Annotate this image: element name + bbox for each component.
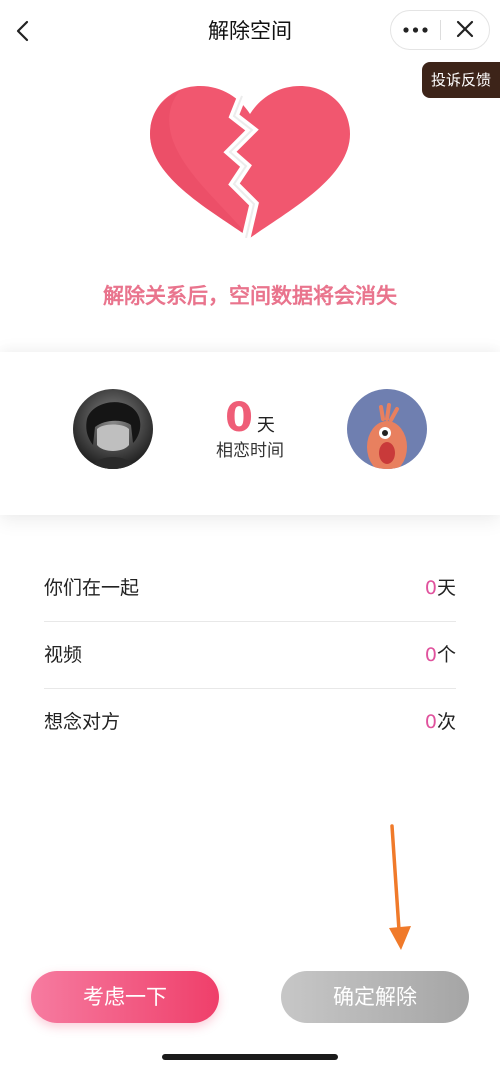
stat-number: 0 (424, 577, 437, 599)
stat-value: 0个 (425, 640, 456, 670)
stat-unit: 天 (436, 577, 456, 599)
stat-row-together: 你们在一起 0天 (44, 555, 456, 622)
avatar-left[interactable] (73, 389, 153, 469)
days-unit: 天 (256, 415, 275, 436)
complaint-feedback-button[interactable]: 投诉反馈 (422, 62, 500, 98)
page: 解除空间 投诉反馈 解除关系后，空间数据将会消失 0 天 相恋时间 你们在一起 … (0, 0, 500, 1067)
stat-label: 视频 (44, 644, 83, 666)
stat-row-miss: 想念对方 0次 (44, 689, 456, 755)
days-number: 0 (225, 395, 253, 441)
mini-program-capsule (390, 10, 490, 50)
stat-unit: 次 (436, 711, 456, 733)
stat-value: 0次 (425, 707, 456, 737)
stats-list: 你们在一起 0天 视频 0个 想念对方 0次 (44, 555, 456, 755)
avatar-image (347, 389, 427, 469)
avatar-right[interactable] (347, 389, 427, 469)
stat-label: 你们在一起 (44, 577, 140, 599)
confirm-unbind-button[interactable]: 确定解除 (281, 971, 469, 1023)
love-duration: 0天 相恋时间 (190, 394, 310, 464)
warning-text: 解除关系后，空间数据将会消失 (103, 284, 397, 308)
stat-unit: 个 (436, 644, 456, 666)
stat-number: 0 (424, 711, 437, 733)
more-dots-icon (403, 27, 428, 33)
close-button[interactable] (441, 11, 489, 49)
stat-number: 0 (424, 644, 437, 666)
stat-value: 0天 (425, 573, 456, 603)
consider-button[interactable]: 考虑一下 (31, 971, 219, 1023)
avatar-image (73, 389, 153, 469)
broken-heart-icon (150, 86, 350, 238)
days-label: 相恋时间 (216, 441, 284, 461)
home-indicator (162, 1054, 338, 1060)
couple-card: 0天 相恋时间 (0, 352, 500, 515)
stat-label: 想念对方 (44, 711, 121, 733)
pointer-arrow-icon (389, 824, 411, 950)
close-icon (456, 20, 474, 38)
more-button[interactable] (391, 11, 440, 49)
nav-bar: 解除空间 (0, 0, 500, 62)
stat-row-videos: 视频 0个 (44, 622, 456, 689)
